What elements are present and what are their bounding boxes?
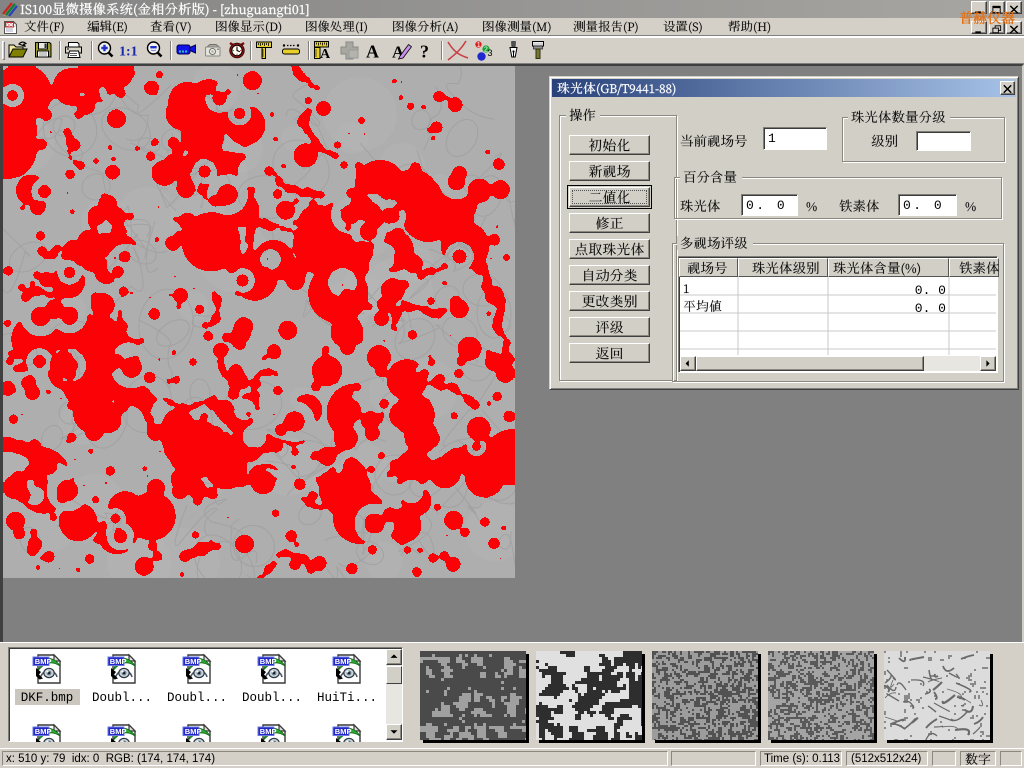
svg-text:3: 3 xyxy=(488,48,493,58)
svg-text:A: A xyxy=(320,47,331,62)
svg-text:DOC: DOC xyxy=(6,23,17,28)
svg-text:?: ? xyxy=(420,42,429,62)
svg-text:A: A xyxy=(366,42,379,62)
svg-text:1: 1 xyxy=(477,42,481,49)
svg-text:1:1: 1:1 xyxy=(119,45,138,60)
